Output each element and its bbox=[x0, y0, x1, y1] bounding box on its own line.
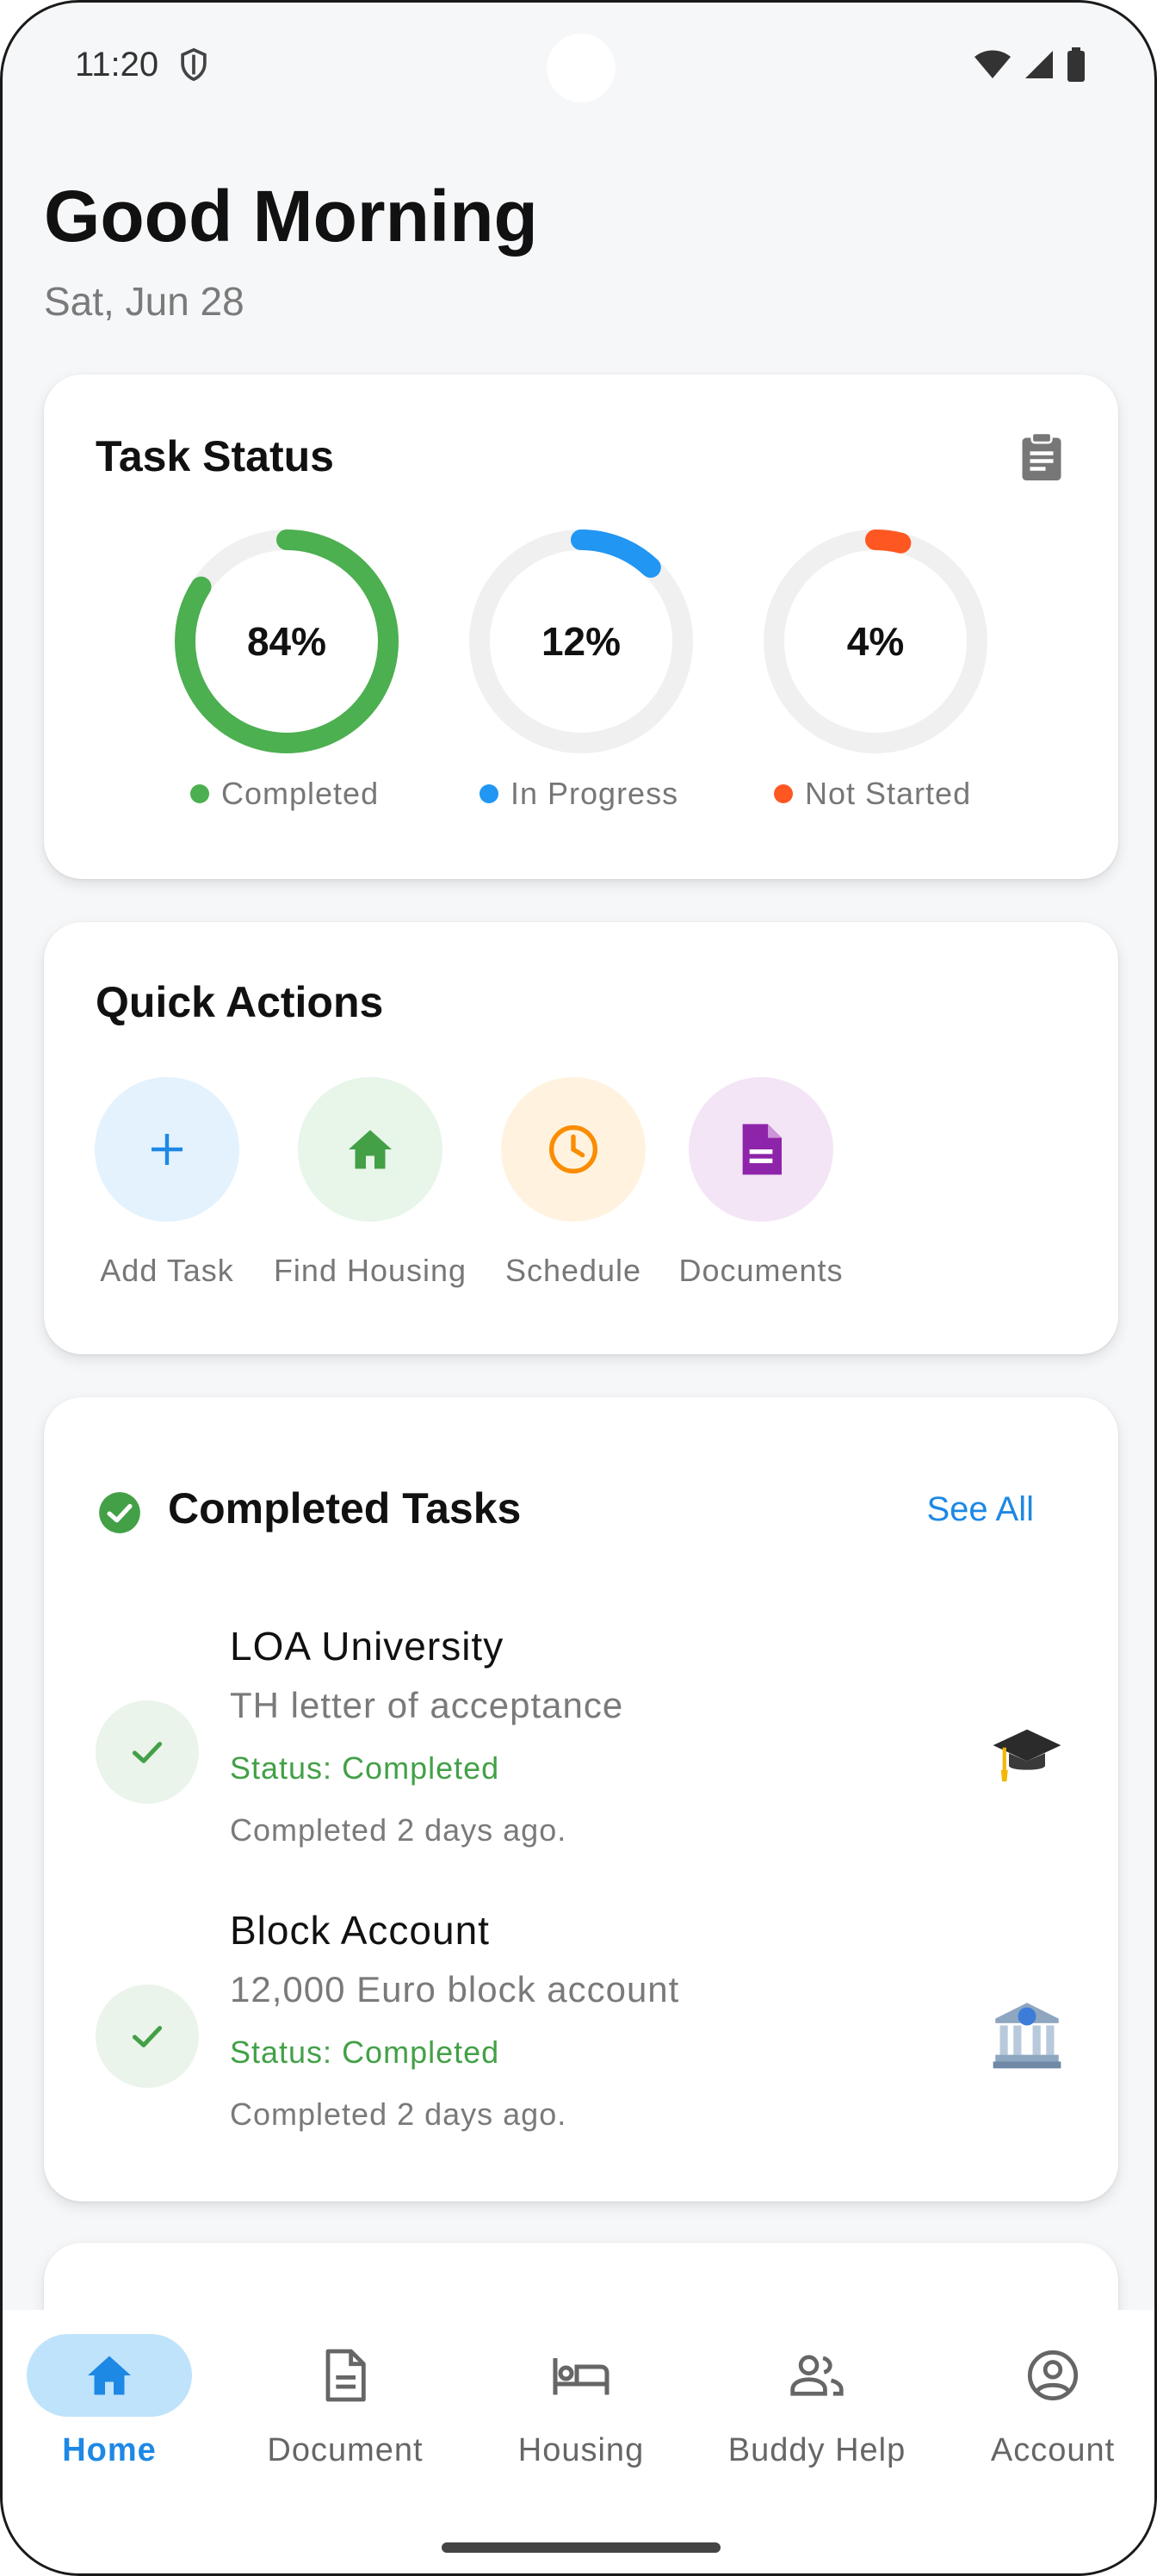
status-icons bbox=[974, 47, 1086, 82]
check-icon bbox=[132, 1742, 163, 1763]
find-housing-action[interactable]: Find Housing bbox=[271, 1077, 469, 1289]
bottom-navigation: Home Document Housing Buddy Help Account bbox=[3, 2310, 1154, 2573]
completed-legend: Completed bbox=[190, 776, 379, 812]
in-progress-ring: 12% bbox=[461, 521, 702, 762]
row-check-badge bbox=[96, 1700, 199, 1804]
nav-account[interactable]: Account bbox=[950, 2334, 1154, 2469]
people-icon bbox=[790, 2355, 844, 2396]
schedule-circle[interactable] bbox=[501, 1077, 646, 1222]
plus-icon bbox=[152, 1134, 183, 1165]
clipboard-icon[interactable] bbox=[1018, 431, 1065, 483]
document-icon bbox=[325, 2349, 366, 2402]
find-housing-circle[interactable] bbox=[298, 1077, 442, 1222]
nav-document-pill[interactable] bbox=[263, 2334, 428, 2417]
bank-icon bbox=[993, 2003, 1061, 2069]
quick-actions-title: Quick Actions bbox=[96, 978, 384, 1026]
completed-ring: 84% bbox=[166, 521, 407, 762]
in-progress-dot bbox=[480, 784, 498, 803]
greeting-title: Good Morning bbox=[44, 176, 538, 257]
status-bar: 11:20 bbox=[3, 3, 1154, 132]
clock-icon bbox=[549, 1125, 597, 1173]
nav-buddy-help[interactable]: Buddy Help bbox=[714, 2334, 920, 2469]
documents-circle[interactable] bbox=[689, 1077, 833, 1222]
documents-action[interactable]: Documents bbox=[662, 1077, 860, 1289]
bed-icon bbox=[553, 2358, 609, 2395]
nav-account-label: Account bbox=[990, 2432, 1116, 2468]
schedule-label: Schedule bbox=[504, 1253, 642, 1288]
check-circle-icon bbox=[99, 1492, 140, 1533]
documents-label: Documents bbox=[678, 1253, 844, 1288]
add-task-circle[interactable] bbox=[95, 1077, 239, 1222]
nav-home-label: Home bbox=[62, 2432, 157, 2468]
nav-home-pill[interactable] bbox=[27, 2334, 192, 2417]
not-started-legend-label: Not Started bbox=[805, 776, 972, 811]
status-time: 11:20 bbox=[75, 46, 159, 84]
task-title: LOA University bbox=[230, 1624, 504, 1669]
task-status: Status: Completed bbox=[230, 2034, 500, 2070]
in-progress-percent: 12% bbox=[541, 619, 622, 664]
document-icon bbox=[742, 1124, 782, 1175]
completed-percent: 84% bbox=[246, 619, 327, 664]
in-progress-legend-label: In Progress bbox=[510, 776, 679, 811]
date-label: Sat, Jun 28 bbox=[44, 279, 244, 324]
task-subtitle: TH letter of acceptance bbox=[230, 1685, 624, 1725]
row-check-badge bbox=[96, 1985, 199, 2088]
add-task-label: Add Task bbox=[100, 1253, 234, 1288]
graduation-cap-icon bbox=[993, 1729, 1061, 1782]
task-row-block-account[interactable]: Block Account 12,000 Euro block account … bbox=[44, 1902, 1118, 2160]
in-progress-legend: In Progress bbox=[480, 776, 678, 812]
task-title: Block Account bbox=[230, 1908, 490, 1953]
nav-home[interactable]: Home bbox=[6, 2334, 213, 2469]
completed-dot bbox=[190, 784, 209, 803]
nav-housing[interactable]: Housing bbox=[478, 2334, 684, 2469]
quick-actions-card: Quick Actions Add Task Find Housing Sche… bbox=[44, 922, 1118, 1354]
task-subtitle: 12,000 Euro block account bbox=[230, 1969, 680, 2009]
nav-housing-pill[interactable] bbox=[498, 2334, 664, 2417]
not-started-legend: Not Started bbox=[774, 776, 971, 812]
signal-icon bbox=[1025, 51, 1053, 78]
task-status-title: Task Status bbox=[96, 432, 334, 480]
not-started-percent: 4% bbox=[846, 619, 905, 664]
nav-housing-label: Housing bbox=[517, 2432, 645, 2468]
task-status: Status: Completed bbox=[230, 1750, 500, 1786]
home-icon bbox=[349, 1130, 392, 1169]
account-circle-icon bbox=[1027, 2350, 1079, 2401]
task-completed-time: Completed 2 days ago. bbox=[230, 1812, 567, 1848]
completed-tasks-card: Completed Tasks See All LOA University T… bbox=[44, 1397, 1118, 2201]
add-task-action[interactable]: Add Task bbox=[68, 1077, 266, 1289]
home-icon bbox=[88, 2356, 131, 2395]
see-all-link[interactable]: See All bbox=[926, 1490, 1034, 1529]
find-housing-label: Find Housing bbox=[273, 1253, 467, 1288]
wifi-icon bbox=[974, 50, 1011, 78]
app-screen: 11:20 Good Morning Sat, Jun 28 Task Stat… bbox=[0, 0, 1157, 2576]
nav-document[interactable]: Document bbox=[242, 2334, 449, 2469]
task-completed-time: Completed 2 days ago. bbox=[230, 2096, 567, 2132]
task-status-card: Task Status 84% 12% 4% Completed In Prog… bbox=[44, 375, 1118, 879]
nav-buddy-help-label: Buddy Help bbox=[727, 2432, 906, 2468]
nav-document-label: Document bbox=[267, 2432, 424, 2468]
nav-buddy-help-pill[interactable] bbox=[734, 2334, 900, 2417]
task-row-loa[interactable]: LOA University TH letter of acceptance S… bbox=[44, 1618, 1118, 1876]
schedule-action[interactable]: Schedule bbox=[474, 1077, 672, 1289]
shield-icon bbox=[181, 47, 207, 82]
check-icon bbox=[132, 2026, 163, 2047]
nav-account-pill[interactable] bbox=[970, 2334, 1135, 2417]
not-started-ring: 4% bbox=[755, 521, 996, 762]
camera-cutout bbox=[547, 34, 616, 102]
completed-legend-label: Completed bbox=[221, 776, 380, 811]
not-started-dot bbox=[774, 784, 793, 803]
gesture-handle[interactable] bbox=[442, 2542, 721, 2553]
battery-icon bbox=[1067, 47, 1085, 82]
completed-tasks-title: Completed Tasks bbox=[168, 1484, 522, 1533]
